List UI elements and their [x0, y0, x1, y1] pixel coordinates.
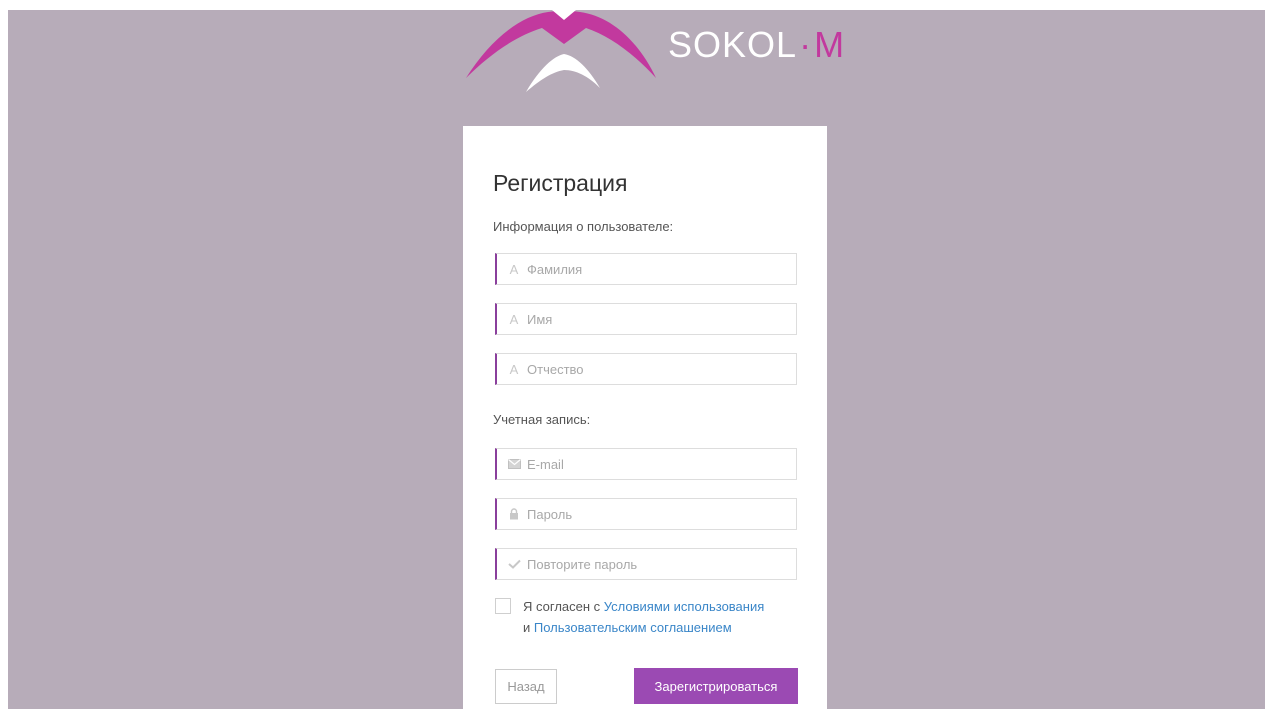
terms-text: Я согласен с Условиями использования и П… — [523, 596, 764, 638]
terms-agreement: Я согласен с Условиями использования и П… — [495, 596, 805, 638]
last-name-input[interactable] — [527, 261, 777, 277]
password-field[interactable] — [495, 498, 797, 530]
last-name-field[interactable]: A — [495, 253, 797, 285]
email-input[interactable] — [527, 456, 777, 472]
middle-name-field[interactable]: A — [495, 353, 797, 385]
brand-text: SOKOL — [668, 24, 798, 65]
user-info-section-label: Информация о пользователе: — [493, 219, 674, 234]
user-agreement-link[interactable]: Пользовательским соглашением — [534, 620, 732, 635]
terms-of-use-link[interactable]: Условиями использования — [604, 599, 765, 614]
person-icon: A — [509, 261, 519, 277]
first-name-input[interactable] — [527, 311, 777, 327]
register-button[interactable]: Зарегистрироваться — [634, 668, 798, 704]
password-input[interactable] — [527, 506, 777, 522]
falcon-logo-icon — [466, 10, 656, 92]
password-repeat-field[interactable] — [495, 548, 797, 580]
page-title: Регистрация — [493, 170, 628, 196]
person-icon: A — [509, 361, 519, 377]
brand-name: SOKOL·M — [668, 24, 845, 66]
middle-name-input[interactable] — [527, 361, 777, 377]
first-name-field[interactable]: A — [495, 303, 797, 335]
email-field[interactable] — [495, 448, 797, 480]
envelope-icon — [507, 459, 521, 469]
terms-text-and: и — [523, 620, 534, 635]
logo: SOKOL·M — [460, 10, 844, 100]
checkmark-icon — [507, 559, 521, 569]
lock-icon — [507, 508, 521, 520]
brand-separator: · — [799, 24, 813, 65]
registration-card: Регистрация Информация о пользователе: A… — [463, 126, 827, 709]
brand-suffix: M — [814, 24, 846, 65]
terms-checkbox[interactable] — [495, 598, 511, 614]
password-repeat-input[interactable] — [527, 556, 777, 572]
account-section-label: Учетная запись: — [493, 412, 591, 427]
terms-text-prefix: Я согласен с — [523, 599, 604, 614]
back-button[interactable]: Назад — [495, 669, 557, 704]
person-icon: A — [509, 311, 519, 327]
